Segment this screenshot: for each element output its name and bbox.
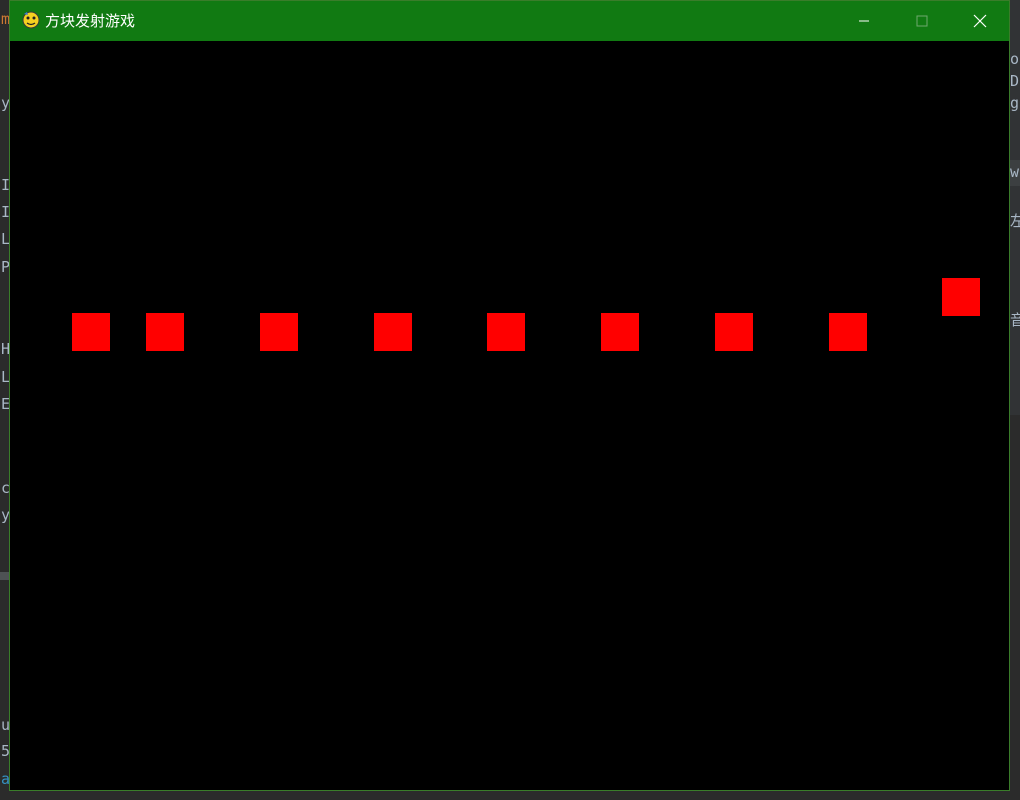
background-text-fragment: o [1010,50,1020,68]
title-bar[interactable]: 方块发射游戏 [10,1,1009,41]
pygame-snake-icon [21,10,41,30]
background-text-fragment: D [1010,72,1020,90]
red-block [487,313,525,351]
red-block [374,313,412,351]
background-text-fragment: 左 [1010,212,1020,230]
minimize-button[interactable] [835,1,893,41]
close-icon [973,14,987,28]
red-block [146,313,184,351]
red-block [715,313,753,351]
window-title: 方块发射游戏 [45,12,136,30]
background-editor-right: o D ga w 左 音 [1010,0,1020,800]
close-button[interactable] [951,1,1009,41]
game-window: 方块发射游戏 [9,0,1010,791]
background-text-fragment: ga [1010,94,1020,112]
background-text-fragment: 音 [1010,311,1020,329]
maximize-button[interactable] [893,1,951,41]
red-block [72,313,110,351]
minimize-icon [859,20,869,22]
maximize-icon [916,15,928,27]
red-block [829,313,867,351]
background-panel [1010,415,1020,800]
background-text-fragment: w [1010,163,1020,181]
game-canvas[interactable] [10,41,1009,790]
red-block [942,278,980,316]
red-block [260,313,298,351]
red-block [601,313,639,351]
